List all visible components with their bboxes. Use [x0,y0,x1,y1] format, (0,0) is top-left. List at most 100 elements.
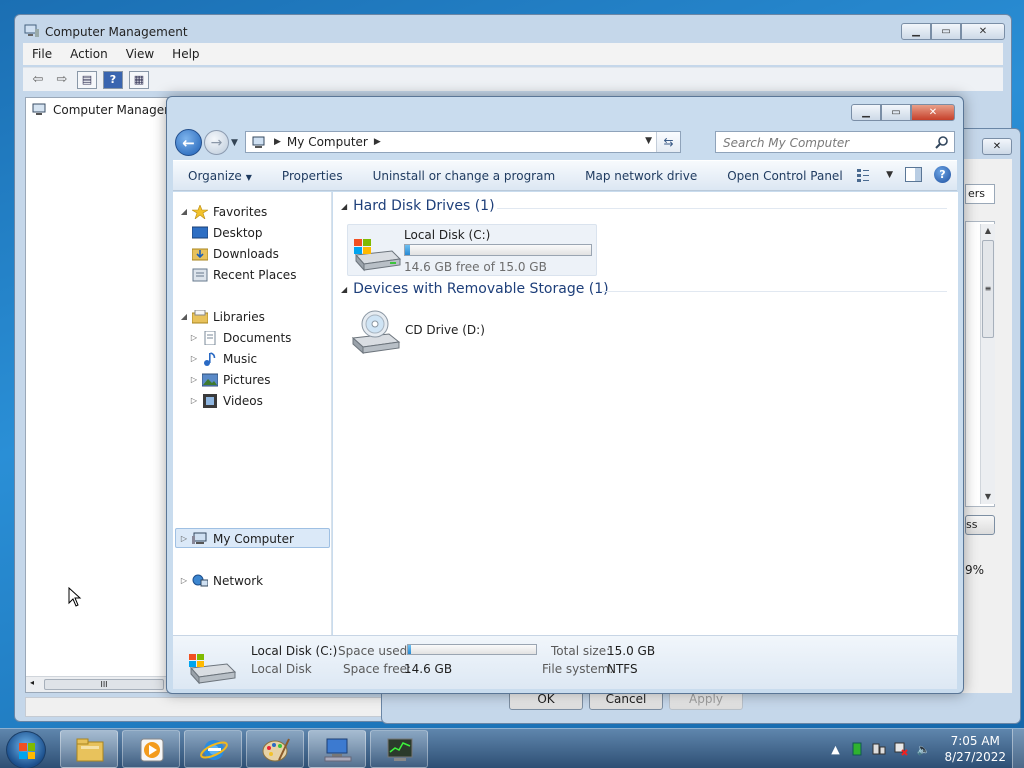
scroll-thumb[interactable]: ≡ [982,240,994,338]
cm-tree-hscrollbar[interactable]: ◂ III [26,676,184,692]
menu-view[interactable]: View [117,47,163,61]
computer-management-icon [24,24,39,37]
collapsed-arrow-icon[interactable]: ▷ [189,375,199,384]
cd-drive-icon[interactable] [351,310,401,356]
system-tray: ▲ 🔈 7:05 AM 8/27/2022 [828,729,1006,768]
recent-pages-dropdown-icon[interactable]: ▼ [231,138,238,148]
dialog-vscrollbar[interactable]: ▲ ≡ ▼ [980,224,995,504]
change-view-icon[interactable] [856,167,874,183]
space-free-label: Space free: [343,662,412,676]
group-header-removable-storage[interactable]: ◢ Devices with Removable Storage (1) [341,281,609,297]
scroll-thumb[interactable]: III [44,679,164,690]
nav-item-documents[interactable]: ▷ Documents [189,328,291,347]
group-divider [601,291,947,292]
nav-item-music[interactable]: ▷ Music [189,349,257,368]
address-dropdown-icon[interactable]: ▼ [645,136,652,146]
pictures-icon [202,373,218,386]
dialog-close-button[interactable]: ✕ [982,138,1012,155]
total-size-value: 15.0 GB [607,644,656,658]
star-icon [192,204,208,219]
breadcrumb-arrow-icon[interactable]: ▶ [274,137,281,147]
preview-pane-icon[interactable] [905,167,922,182]
details-usage-bar [407,644,537,655]
show-hidden-icons-icon[interactable]: ▲ [828,742,842,756]
nav-item-downloads[interactable]: Downloads [189,244,279,263]
collapsed-arrow-icon[interactable]: ▷ [189,333,199,342]
breadcrumb-my-computer[interactable]: My Computer [287,135,368,149]
navigation-bar: ← → ▼ ▶ My Computer ▶ ▼ ⇆ Search My Comp… [173,129,957,157]
collapsed-arrow-icon[interactable]: ▷ [189,396,199,405]
my-computer-window: ▁ ▭ ✕ ← → ▼ ▶ My Computer ▶ ▼ ⇆ Search M… [166,96,964,694]
scroll-up-icon[interactable]: ▲ [981,224,995,238]
nav-item-pictures[interactable]: ▷ Pictures [189,370,271,389]
nav-item-my-computer[interactable]: ▷ My Computer [179,529,294,548]
menu-help[interactable]: Help [163,47,208,61]
battery-icon[interactable] [850,742,864,756]
address-bar[interactable]: ▶ My Computer ▶ ▼ ⇆ [245,131,681,153]
maximize-button[interactable]: ▭ [881,104,911,121]
organize-button[interactable]: Organize ▼ [173,169,267,183]
forward-arrow-icon[interactable]: ⇨ [53,72,71,88]
open-control-panel-button[interactable]: Open Control Panel [712,169,857,183]
nav-item-videos[interactable]: ▷ Videos [189,391,263,410]
taskbar-internet-explorer[interactable] [184,730,242,768]
collapse-group-icon[interactable]: ◢ [341,202,347,211]
mouse-cursor-icon [68,587,82,607]
dialog-tab[interactable]: ers [965,184,995,204]
nav-label: Pictures [223,372,271,387]
close-button[interactable]: ✕ [961,23,1005,40]
menu-file[interactable]: File [23,47,61,61]
search-icon[interactable] [935,135,949,149]
search-input[interactable]: Search My Computer [715,131,955,153]
collapsed-arrow-icon[interactable]: ▷ [179,576,189,585]
help-icon[interactable]: ? [103,70,123,89]
nav-item-recent-places[interactable]: Recent Places [189,265,296,284]
show-desktop-button[interactable] [1012,729,1024,768]
properties-button[interactable]: Properties [267,169,358,183]
clock[interactable]: 7:05 AM 8/27/2022 [944,733,1006,765]
nav-item-favorites[interactable]: ◢ Favorites [179,202,267,221]
volume-icon[interactable]: 🔈 [916,742,931,756]
minimize-button[interactable]: ▁ [851,104,881,121]
refresh-icon[interactable]: ⇆ [656,132,680,152]
taskbar-media-player[interactable] [122,730,180,768]
map-network-drive-button[interactable]: Map network drive [570,169,712,183]
taskbar-computer-management[interactable] [308,730,366,768]
nav-item-libraries[interactable]: ◢ Libraries [179,307,265,326]
taskbar-task-manager[interactable] [370,730,428,768]
minimize-button[interactable]: ▁ [901,23,931,40]
back-button[interactable]: ← [175,129,202,156]
dialog-partial-button[interactable]: ss [965,515,995,535]
show-hide-tree-icon[interactable]: ▤ [77,70,97,89]
collapse-group-icon[interactable]: ◢ [341,285,347,294]
computer-icon [252,136,265,148]
expanded-arrow-icon[interactable]: ◢ [179,207,189,216]
scroll-down-icon[interactable]: ▼ [981,490,995,504]
tree-item-computer-management[interactable]: Computer Manageme [32,103,183,117]
content-pane: ◢ Hard Disk Drives (1) Local Disk (C:) 1… [333,192,958,635]
nav-item-network[interactable]: ▷ Network [179,571,263,590]
taskbar-paint[interactable] [246,730,304,768]
start-button[interactable] [6,731,46,768]
back-arrow-icon[interactable]: ⇦ [29,72,47,88]
collapsed-arrow-icon[interactable]: ▷ [189,354,199,363]
nav-item-desktop[interactable]: Desktop [189,223,263,242]
show-hide-action-pane-icon[interactable]: ▦ [129,70,149,89]
menu-action[interactable]: Action [61,47,117,61]
expanded-arrow-icon[interactable]: ◢ [179,312,189,321]
network-disconnected-icon[interactable] [894,742,909,756]
help-icon[interactable]: ? [934,166,951,183]
forward-button[interactable]: → [204,130,229,155]
drive-local-disk-c[interactable]: Local Disk (C:) 14.6 GB free of 15.0 GB [347,224,597,276]
action-center-icon[interactable] [872,742,886,756]
uninstall-program-button[interactable]: Uninstall or change a program [358,169,571,183]
group-header-hard-disk-drives[interactable]: ◢ Hard Disk Drives (1) [341,198,495,214]
drive-cd-d[interactable]: CD Drive (D:) [405,323,485,337]
maximize-button[interactable]: ▭ [931,23,961,40]
scroll-left-icon[interactable]: ◂ [30,678,34,687]
collapsed-arrow-icon[interactable]: ▷ [179,534,189,543]
taskbar-windows-explorer[interactable] [60,730,118,768]
close-button[interactable]: ✕ [911,104,955,121]
breadcrumb-arrow-icon[interactable]: ▶ [374,137,381,147]
view-dropdown-icon[interactable]: ▼ [886,170,893,180]
